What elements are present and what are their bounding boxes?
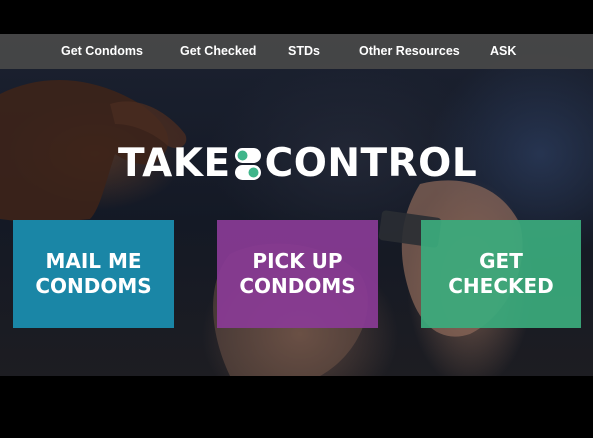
tile-label-line1: MAIL ME (45, 249, 142, 273)
nav-stds[interactable]: STDs (288, 34, 320, 69)
tile-label: MAIL ME CONDOMS (35, 249, 151, 299)
mail-me-condoms-button[interactable]: MAIL ME CONDOMS (13, 220, 174, 328)
nav-ask[interactable]: ASK (490, 34, 516, 69)
top-navigation-bar: Get Condoms Get Checked STDs Other Resou… (0, 34, 593, 69)
bottom-letterbox (0, 376, 593, 438)
get-checked-button[interactable]: GET CHECKED (421, 220, 581, 328)
nav-other-resources[interactable]: Other Resources (359, 34, 460, 69)
take-control-logo[interactable]: TAKE CONTROL (118, 140, 478, 186)
logo-text-take: TAKE (118, 140, 231, 186)
nav-get-condoms[interactable]: Get Condoms (61, 34, 143, 69)
tile-label-line1: PICK UP (252, 249, 343, 273)
nav-get-checked[interactable]: Get Checked (180, 34, 256, 69)
tile-label: GET CHECKED (448, 249, 554, 299)
tile-label-line2: CONDOMS (239, 274, 356, 298)
pick-up-condoms-button[interactable]: PICK UP CONDOMS (217, 220, 378, 328)
tile-label-line2: CONDOMS (35, 274, 152, 298)
tile-label: PICK UP CONDOMS (239, 249, 355, 299)
toggle-switch-icon (234, 146, 262, 180)
top-letterbox (0, 0, 593, 34)
logo-text-control: CONTROL (264, 140, 478, 186)
tile-label-line2: CHECKED (448, 274, 554, 298)
tile-label-line1: GET (479, 249, 523, 273)
